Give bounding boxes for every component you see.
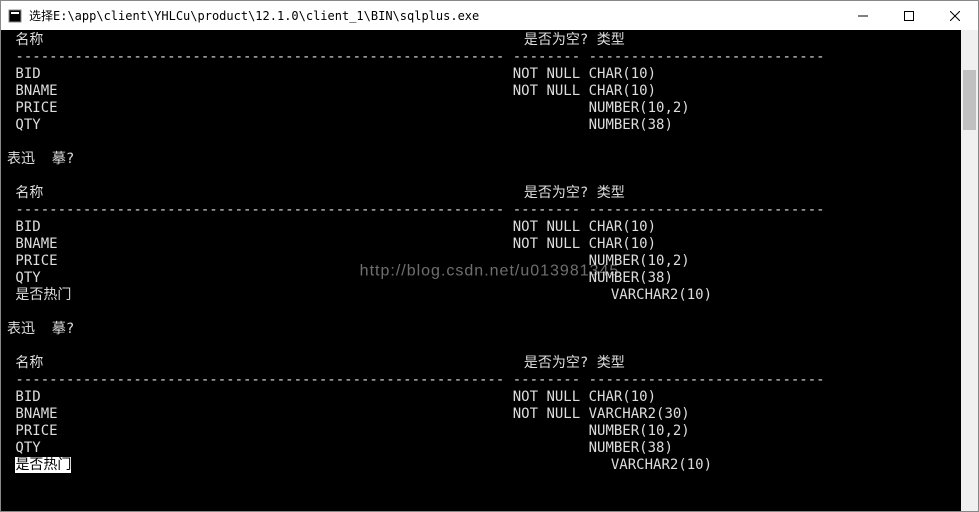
- window-title: 选择E:\app\client\YHLCu\product\12.1.0\cli…: [29, 7, 479, 24]
- close-button[interactable]: [932, 1, 978, 31]
- watermark-text: http://blog.csdn.net/u013981345: [360, 262, 620, 279]
- vertical-scrollbar[interactable]: [961, 30, 978, 511]
- window-controls: [840, 1, 978, 31]
- console-output[interactable]: 名称 是否为空? 类型 ----------------------------…: [1, 30, 978, 511]
- minimize-button[interactable]: [840, 1, 886, 31]
- selection-highlight: 是否热门: [15, 457, 71, 473]
- scrollbar-thumb[interactable]: [963, 70, 976, 130]
- maximize-button[interactable]: [886, 1, 932, 31]
- window-titlebar: 选择E:\app\client\YHLCu\product\12.1.0\cli…: [1, 1, 978, 31]
- app-icon: [7, 8, 23, 24]
